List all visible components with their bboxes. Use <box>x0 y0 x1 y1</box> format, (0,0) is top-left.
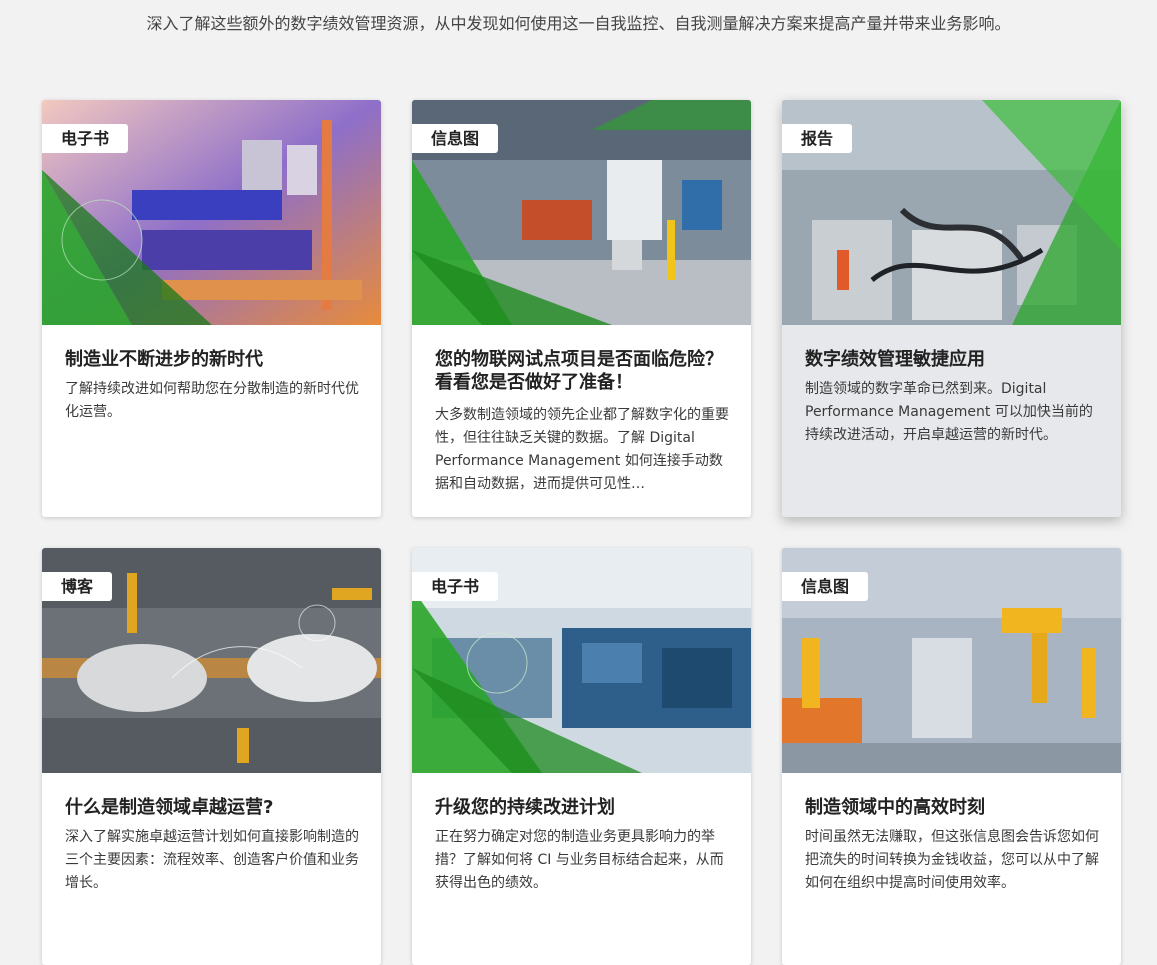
content-type-badge: 电子书 <box>412 572 499 601</box>
card-description: 时间虽然无法赚取，但这张信息图会告诉您如何把流失的时间转换为金钱收益，您可以从中… <box>805 829 1099 891</box>
content-type-badge: 报告 <box>782 124 853 153</box>
resource-card[interactable]: 信息图 制造领域中的高效时刻 时间虽然无法赚取，但这张信息图会告诉您如何把流失的… <box>782 548 1121 965</box>
resource-card[interactable]: 电子书 升级您的持续改进计划 正在努力确定对您的制造业务更具影响力的举措？了解如… <box>412 548 751 965</box>
card-title[interactable]: 数字绩效管理敏捷应用 <box>805 348 1100 371</box>
card-description: 深入了解实施卓越运营计划如何直接影响制造的三个主要因素：流程效率、创造客户价值和… <box>65 829 359 891</box>
card-description: 制造领域的数字革命已然到来。Digital Performance Manage… <box>805 381 1093 443</box>
card-title[interactable]: 您的物联网试点项目是否面临危险？看看您是否做好了准备！ <box>435 348 730 394</box>
resource-card[interactable]: 电子书 制造业不断进步的新时代 了解持续改进如何帮助您在分散制造的新时代优化运营… <box>42 100 381 517</box>
card-description: 大多数制造领域的领先企业都了解数字化的重要性，但往往缺乏关键的数据。了解 Dig… <box>435 407 729 492</box>
resource-card[interactable]: 信息图 您的物联网试点项目是否面临危险？看看您是否做好了准备！ 大多数制造领域的… <box>412 100 751 517</box>
intro-text: 深入了解这些额外的数字绩效管理资源，从中发现如何使用这一自我监控、自我测量解决方… <box>146 14 1011 33</box>
content-type-badge: 信息图 <box>782 572 869 601</box>
content-type-badge: 信息图 <box>412 124 499 153</box>
card-title[interactable]: 升级您的持续改进计划 <box>435 796 730 819</box>
content-type-badge: 电子书 <box>42 124 129 153</box>
card-description: 了解持续改进如何帮助您在分散制造的新时代优化运营。 <box>65 381 359 420</box>
resource-card[interactable]: 博客 什么是制造领域卓越运营? 深入了解实施卓越运营计划如何直接影响制造的三个主… <box>42 548 381 965</box>
content-type-badge: 博客 <box>42 572 113 601</box>
card-description: 正在努力确定对您的制造业务更具影响力的举措？了解如何将 CI 与业务目标结合起来… <box>435 829 724 891</box>
card-title[interactable]: 制造领域中的高效时刻 <box>805 796 1100 819</box>
resource-card[interactable]: 报告 数字绩效管理敏捷应用 制造领域的数字革命已然到来。Digital Perf… <box>782 100 1121 517</box>
card-title[interactable]: 制造业不断进步的新时代 <box>65 348 360 371</box>
card-title[interactable]: 什么是制造领域卓越运营? <box>65 796 360 819</box>
